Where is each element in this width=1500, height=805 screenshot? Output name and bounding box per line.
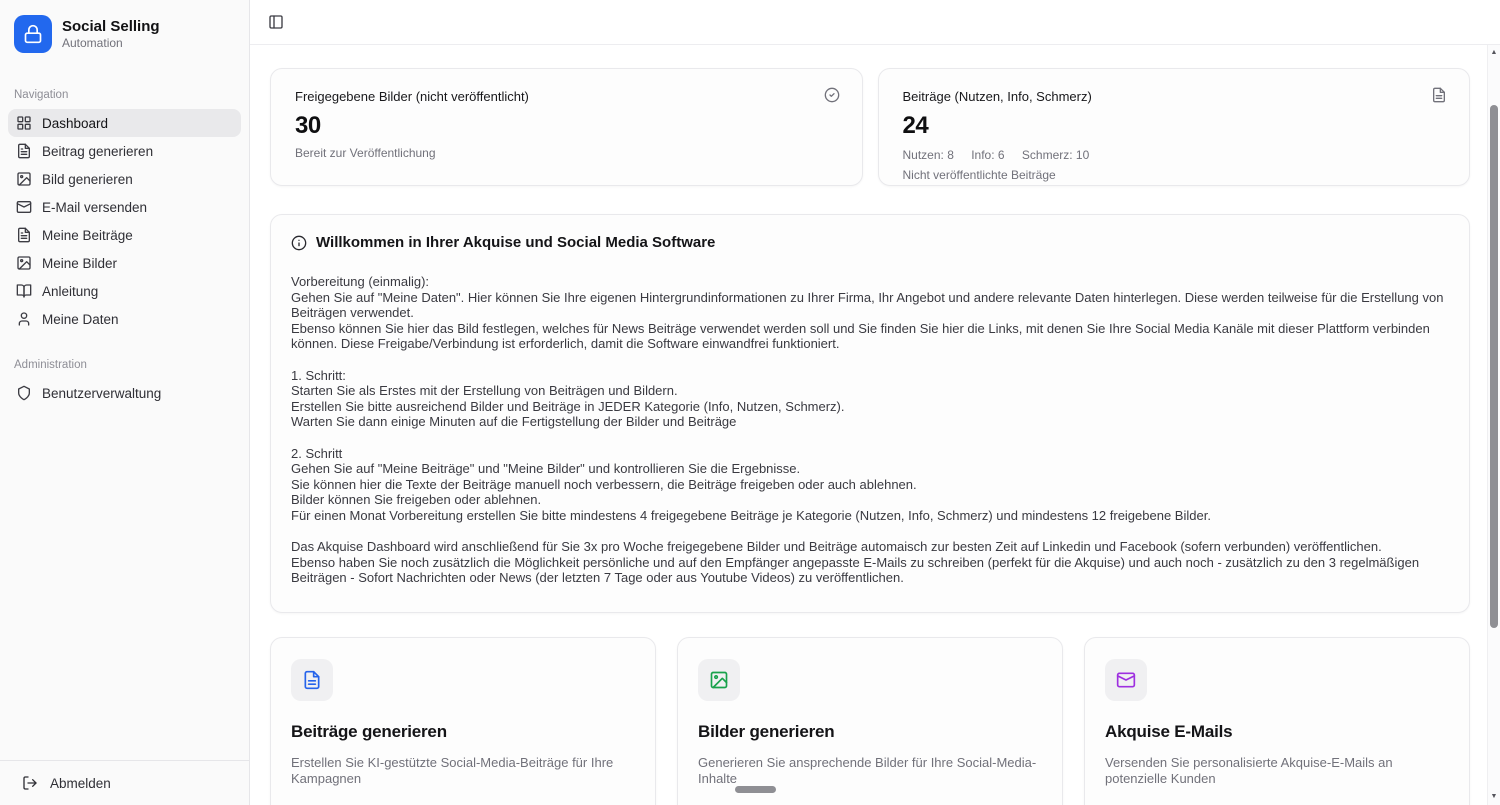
topbar [250,0,1500,45]
lock-icon [23,24,43,44]
app-title: Social Selling [62,18,160,36]
sidebar-item-label: Anleitung [42,284,98,299]
sidebar-item-dashboard[interactable]: Dashboard [8,109,241,137]
action-card-akquise-emails: Akquise E-Mails Versenden Sie personalis… [1084,637,1470,805]
welcome-body-text: Vorbereitung (einmalig): Gehen Sie auf "… [291,274,1449,586]
sidebar-item-label: Meine Beiträge [42,228,133,243]
file-text-icon [302,670,322,690]
vertical-scrollbar-thumb[interactable] [1490,105,1498,628]
action-icon-tile [291,659,333,701]
file-text-icon [16,143,32,159]
sidebar: Social Selling Automation Navigation Das… [0,0,250,805]
sidebar-item-email-versenden[interactable]: E-Mail versenden [8,193,241,221]
nav-list: Dashboard Beitrag generieren Bild generi… [0,109,249,333]
dashboard-grid-icon [16,115,32,131]
sidebar-item-meine-beitraege[interactable]: Meine Beiträge [8,221,241,249]
welcome-title: Willkommen in Ihrer Akquise und Social M… [316,234,715,251]
stat-subtitle: Bereit zur Veröffentlichung [295,146,838,160]
stat-breakdown-nutzen: Nutzen: 8 [903,148,954,162]
stat-card-images: Freigegebene Bilder (nicht veröffentlich… [270,68,863,186]
sidebar-item-label: Dashboard [42,116,108,131]
mail-icon [1116,670,1136,690]
action-icon-tile [1105,659,1147,701]
sidebar-item-label: E-Mail versenden [42,200,147,215]
sidebar-item-meine-bilder[interactable]: Meine Bilder [8,249,241,277]
stats-row: Freigegebene Bilder (nicht veröffentlich… [270,68,1470,186]
stat-value: 30 [295,112,838,140]
stat-breakdown-schmerz: Schmerz: 10 [1022,148,1089,162]
sidebar-item-label: Meine Daten [42,312,119,327]
stat-subtitle: Nicht veröffentlichte Beiträge [903,168,1446,182]
app-subtitle: Automation [62,36,160,50]
file-text-icon [16,227,32,243]
mail-icon [16,199,32,215]
vertical-scrollbar[interactable]: ▲ ▼ [1487,45,1500,805]
sidebar-toggle-icon[interactable] [268,14,284,30]
actions-row: Beiträge generieren Erstellen Sie KI-ges… [270,637,1470,805]
action-description: Erstellen Sie KI-gestützte Social-Media-… [291,755,635,788]
sidebar-item-label: Meine Bilder [42,256,117,271]
dashboard-content: Freigegebene Bilder (nicht veröffentlich… [250,45,1500,805]
sidebar-item-label: Bild generieren [42,172,133,187]
logout-label: Abmelden [50,776,111,791]
admin-list: Benutzerverwaltung [0,379,249,407]
image-icon [16,171,32,187]
stat-breakdown: Nutzen: 8 Info: 6 Schmerz: 10 [903,148,1446,162]
action-card-beitraege: Beiträge generieren Erstellen Sie KI-ges… [270,637,656,805]
welcome-card: Willkommen in Ihrer Akquise und Social M… [270,214,1470,613]
stat-title: Freigegebene Bilder (nicht veröffentlich… [295,89,838,104]
file-text-icon [1431,87,1447,103]
image-icon [709,670,729,690]
sidebar-spacer [0,407,249,760]
stat-card-posts: Beiträge (Nutzen, Info, Schmerz) 24 Nutz… [878,68,1471,186]
main-area: Freigegebene Bilder (nicht veröffentlich… [250,0,1500,805]
logout-button[interactable]: Abmelden [0,760,249,805]
action-title: Akquise E-Mails [1105,722,1449,742]
scroll-down-arrow-icon[interactable]: ▼ [1488,792,1500,802]
scroll-up-arrow-icon[interactable]: ▲ [1488,48,1500,58]
action-title: Bilder generieren [698,722,1042,742]
circle-check-icon [824,87,840,103]
action-description: Versenden Sie personalisierte Akquise-E-… [1105,755,1449,788]
sidebar-item-meine-daten[interactable]: Meine Daten [8,305,241,333]
action-icon-tile [698,659,740,701]
sidebar-item-bild-generieren[interactable]: Bild generieren [8,165,241,193]
stat-breakdown-info: Info: 6 [971,148,1004,162]
admin-section-label: Administration [0,359,249,371]
sidebar-item-label: Benutzerverwaltung [42,386,161,401]
sidebar-item-anleitung[interactable]: Anleitung [8,277,241,305]
sidebar-item-label: Beitrag generieren [42,144,153,159]
lock-logo-badge [14,15,52,53]
horizontal-scrollbar-thumb[interactable] [735,786,776,793]
shield-icon [16,385,32,401]
action-card-bilder: Bilder generieren Generieren Sie ansprec… [677,637,1063,805]
info-icon [291,235,307,251]
welcome-header: Willkommen in Ihrer Akquise und Social M… [291,234,1449,251]
sidebar-item-beitrag-generieren[interactable]: Beitrag generieren [8,137,241,165]
stat-title: Beiträge (Nutzen, Info, Schmerz) [903,89,1446,104]
action-title: Beiträge generieren [291,722,635,742]
action-description: Generieren Sie ansprechende Bilder für I… [698,755,1042,788]
book-open-icon [16,283,32,299]
user-icon [16,311,32,327]
image-icon [16,255,32,271]
app-logo: Social Selling Automation [0,0,249,63]
stat-value: 24 [903,112,1446,140]
logout-icon [22,775,38,791]
app-title-block: Social Selling Automation [62,18,160,50]
nav-section-label: Navigation [0,89,249,101]
sidebar-item-benutzerverwaltung[interactable]: Benutzerverwaltung [8,379,241,407]
